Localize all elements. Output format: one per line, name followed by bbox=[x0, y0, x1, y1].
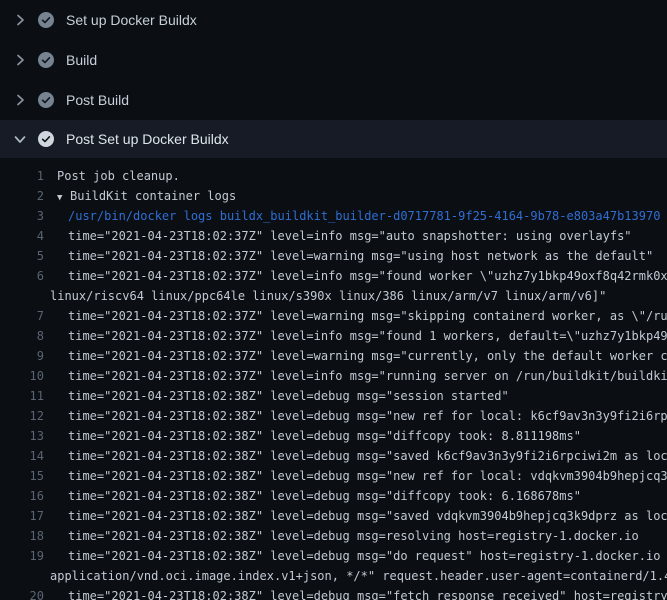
log-command-text: /usr/bin/docker logs buildx_buildkit_bui… bbox=[44, 206, 667, 226]
line-number[interactable]: 2 bbox=[0, 186, 44, 206]
step-label: Set up Docker Buildx bbox=[66, 12, 197, 28]
log-text: time="2021-04-23T18:02:38Z" level=debug … bbox=[44, 486, 667, 506]
line-number[interactable]: 9 bbox=[0, 346, 44, 366]
line-number[interactable]: 20 bbox=[0, 586, 44, 600]
log-text: ▼BuildKit container logs bbox=[44, 186, 667, 206]
log-line: 3/usr/bin/docker logs buildx_buildkit_bu… bbox=[0, 206, 667, 226]
log-line: 18time="2021-04-23T18:02:38Z" level=debu… bbox=[0, 526, 667, 546]
chevron-right-icon[interactable] bbox=[12, 52, 28, 68]
log-text: time="2021-04-23T18:02:38Z" level=debug … bbox=[44, 546, 667, 566]
check-circle-icon bbox=[38, 52, 54, 68]
step-row-build[interactable]: Build bbox=[0, 40, 667, 80]
line-number[interactable]: 19 bbox=[0, 546, 44, 566]
line-number[interactable]: 15 bbox=[0, 466, 44, 486]
chevron-right-icon[interactable] bbox=[12, 12, 28, 28]
line-number bbox=[0, 566, 44, 586]
log-text: time="2021-04-23T18:02:38Z" level=debug … bbox=[44, 426, 667, 446]
log-line: 15time="2021-04-23T18:02:38Z" level=debu… bbox=[0, 466, 667, 486]
log-text: time="2021-04-23T18:02:37Z" level=info m… bbox=[44, 226, 667, 246]
line-number[interactable]: 13 bbox=[0, 426, 44, 446]
log-text: time="2021-04-23T18:02:38Z" level=debug … bbox=[44, 506, 667, 526]
check-circle-icon bbox=[38, 12, 54, 28]
job-steps-list: Set up Docker Buildx Build Post Build Po… bbox=[0, 0, 667, 158]
line-number bbox=[0, 286, 44, 306]
step-label: Post Set up Docker Buildx bbox=[66, 131, 229, 147]
log-text: time="2021-04-23T18:02:38Z" level=debug … bbox=[44, 446, 667, 466]
chevron-down-icon[interactable] bbox=[12, 131, 28, 147]
log-text: linux/riscv64 linux/ppc64le linux/s390x … bbox=[44, 286, 667, 306]
line-number[interactable]: 8 bbox=[0, 326, 44, 346]
log-line: 19time="2021-04-23T18:02:38Z" level=debu… bbox=[0, 546, 667, 566]
check-circle-icon bbox=[38, 131, 54, 147]
line-number[interactable]: 18 bbox=[0, 526, 44, 546]
step-label: Build bbox=[66, 52, 97, 68]
check-circle-icon bbox=[38, 92, 54, 108]
line-number[interactable]: 4 bbox=[0, 226, 44, 246]
line-number[interactable]: 5 bbox=[0, 246, 44, 266]
line-number[interactable]: 12 bbox=[0, 406, 44, 426]
log-line: 9time="2021-04-23T18:02:37Z" level=warni… bbox=[0, 346, 667, 366]
step-row-set-up-docker-buildx[interactable]: Set up Docker Buildx bbox=[0, 0, 667, 40]
log-text: time="2021-04-23T18:02:37Z" level=warnin… bbox=[44, 346, 667, 366]
line-number[interactable]: 11 bbox=[0, 386, 44, 406]
line-number[interactable]: 10 bbox=[0, 366, 44, 386]
log-line: 5time="2021-04-23T18:02:37Z" level=warni… bbox=[0, 246, 667, 266]
log-text: time="2021-04-23T18:02:37Z" level=warnin… bbox=[44, 306, 667, 326]
log-line: 7time="2021-04-23T18:02:37Z" level=warni… bbox=[0, 306, 667, 326]
log-line: linux/riscv64 linux/ppc64le linux/s390x … bbox=[0, 286, 667, 306]
log-line: 17time="2021-04-23T18:02:38Z" level=debu… bbox=[0, 506, 667, 526]
line-number[interactable]: 14 bbox=[0, 446, 44, 466]
log-text: Post job cleanup. bbox=[44, 166, 667, 186]
chevron-right-icon[interactable] bbox=[12, 92, 28, 108]
log-line: 2▼BuildKit container logs bbox=[0, 186, 667, 206]
log-line: 11time="2021-04-23T18:02:38Z" level=debu… bbox=[0, 386, 667, 406]
log-line: 13time="2021-04-23T18:02:38Z" level=debu… bbox=[0, 426, 667, 446]
log-line: 10time="2021-04-23T18:02:37Z" level=info… bbox=[0, 366, 667, 386]
log-line: 20time="2021-04-23T18:02:38Z" level=debu… bbox=[0, 586, 667, 600]
line-number[interactable]: 6 bbox=[0, 266, 44, 286]
step-label: Post Build bbox=[66, 92, 129, 108]
log-line: 14time="2021-04-23T18:02:38Z" level=debu… bbox=[0, 446, 667, 466]
log-text: time="2021-04-23T18:02:38Z" level=debug … bbox=[44, 526, 667, 546]
log-text: time="2021-04-23T18:02:37Z" level=warnin… bbox=[44, 246, 667, 266]
log-text: time="2021-04-23T18:02:37Z" level=info m… bbox=[44, 366, 667, 386]
log-text: time="2021-04-23T18:02:37Z" level=info m… bbox=[44, 326, 667, 346]
log-line: application/vnd.oci.image.index.v1+json,… bbox=[0, 566, 667, 586]
line-number[interactable]: 16 bbox=[0, 486, 44, 506]
log-line: 8time="2021-04-23T18:02:37Z" level=info … bbox=[0, 326, 667, 346]
log-lines: 1Post job cleanup.2▼BuildKit container l… bbox=[0, 158, 667, 600]
step-row-post-build[interactable]: Post Build bbox=[0, 80, 667, 120]
line-number[interactable]: 3 bbox=[0, 206, 44, 226]
log-text: time="2021-04-23T18:02:37Z" level=info m… bbox=[44, 266, 667, 286]
log-line: 4time="2021-04-23T18:02:37Z" level=info … bbox=[0, 226, 667, 246]
log-line: 16time="2021-04-23T18:02:38Z" level=debu… bbox=[0, 486, 667, 506]
log-line: 6time="2021-04-23T18:02:37Z" level=info … bbox=[0, 266, 667, 286]
group-collapse-icon[interactable]: ▼ bbox=[57, 188, 70, 206]
step-row-post-set-up-docker-buildx[interactable]: Post Set up Docker Buildx bbox=[0, 120, 667, 158]
log-text: time="2021-04-23T18:02:38Z" level=debug … bbox=[44, 586, 667, 600]
line-number[interactable]: 17 bbox=[0, 506, 44, 526]
log-text: time="2021-04-23T18:02:38Z" level=debug … bbox=[44, 406, 667, 426]
group-label[interactable]: BuildKit container logs bbox=[70, 189, 236, 203]
log-text: time="2021-04-23T18:02:38Z" level=debug … bbox=[44, 386, 667, 406]
log-text: application/vnd.oci.image.index.v1+json,… bbox=[44, 566, 667, 586]
log-text: time="2021-04-23T18:02:38Z" level=debug … bbox=[44, 466, 667, 486]
line-number[interactable]: 1 bbox=[0, 166, 44, 186]
log-line: 1Post job cleanup. bbox=[0, 166, 667, 186]
log-line: 12time="2021-04-23T18:02:38Z" level=debu… bbox=[0, 406, 667, 426]
line-number[interactable]: 7 bbox=[0, 306, 44, 326]
